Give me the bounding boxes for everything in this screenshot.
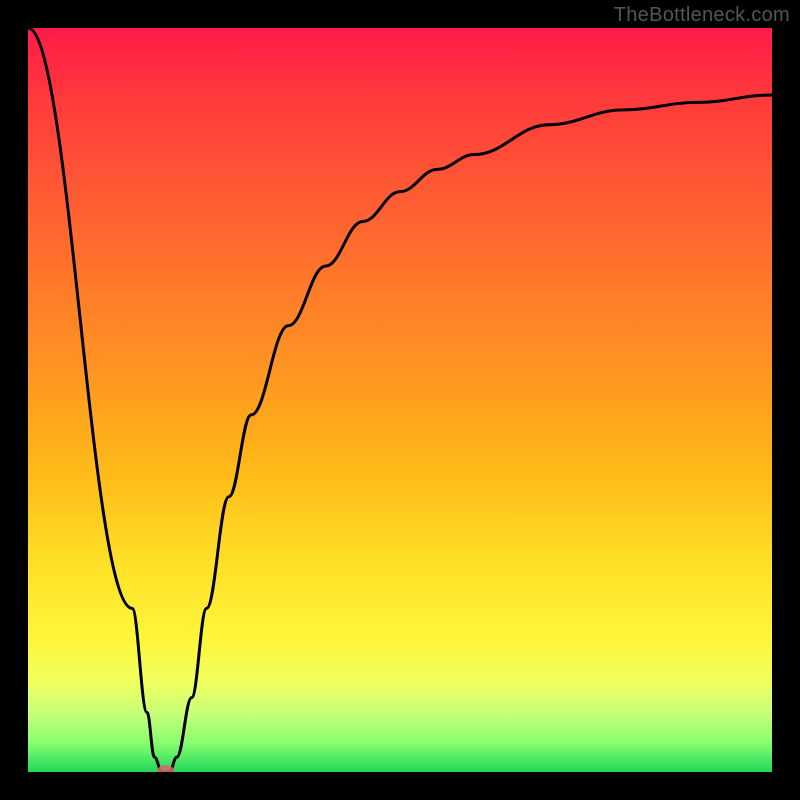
watermark-text: TheBottleneck.com (614, 4, 790, 27)
bottleneck-curve (28, 28, 772, 772)
plot-area (28, 28, 772, 772)
curve-path (28, 28, 772, 772)
chart-container: TheBottleneck.com (0, 0, 800, 800)
